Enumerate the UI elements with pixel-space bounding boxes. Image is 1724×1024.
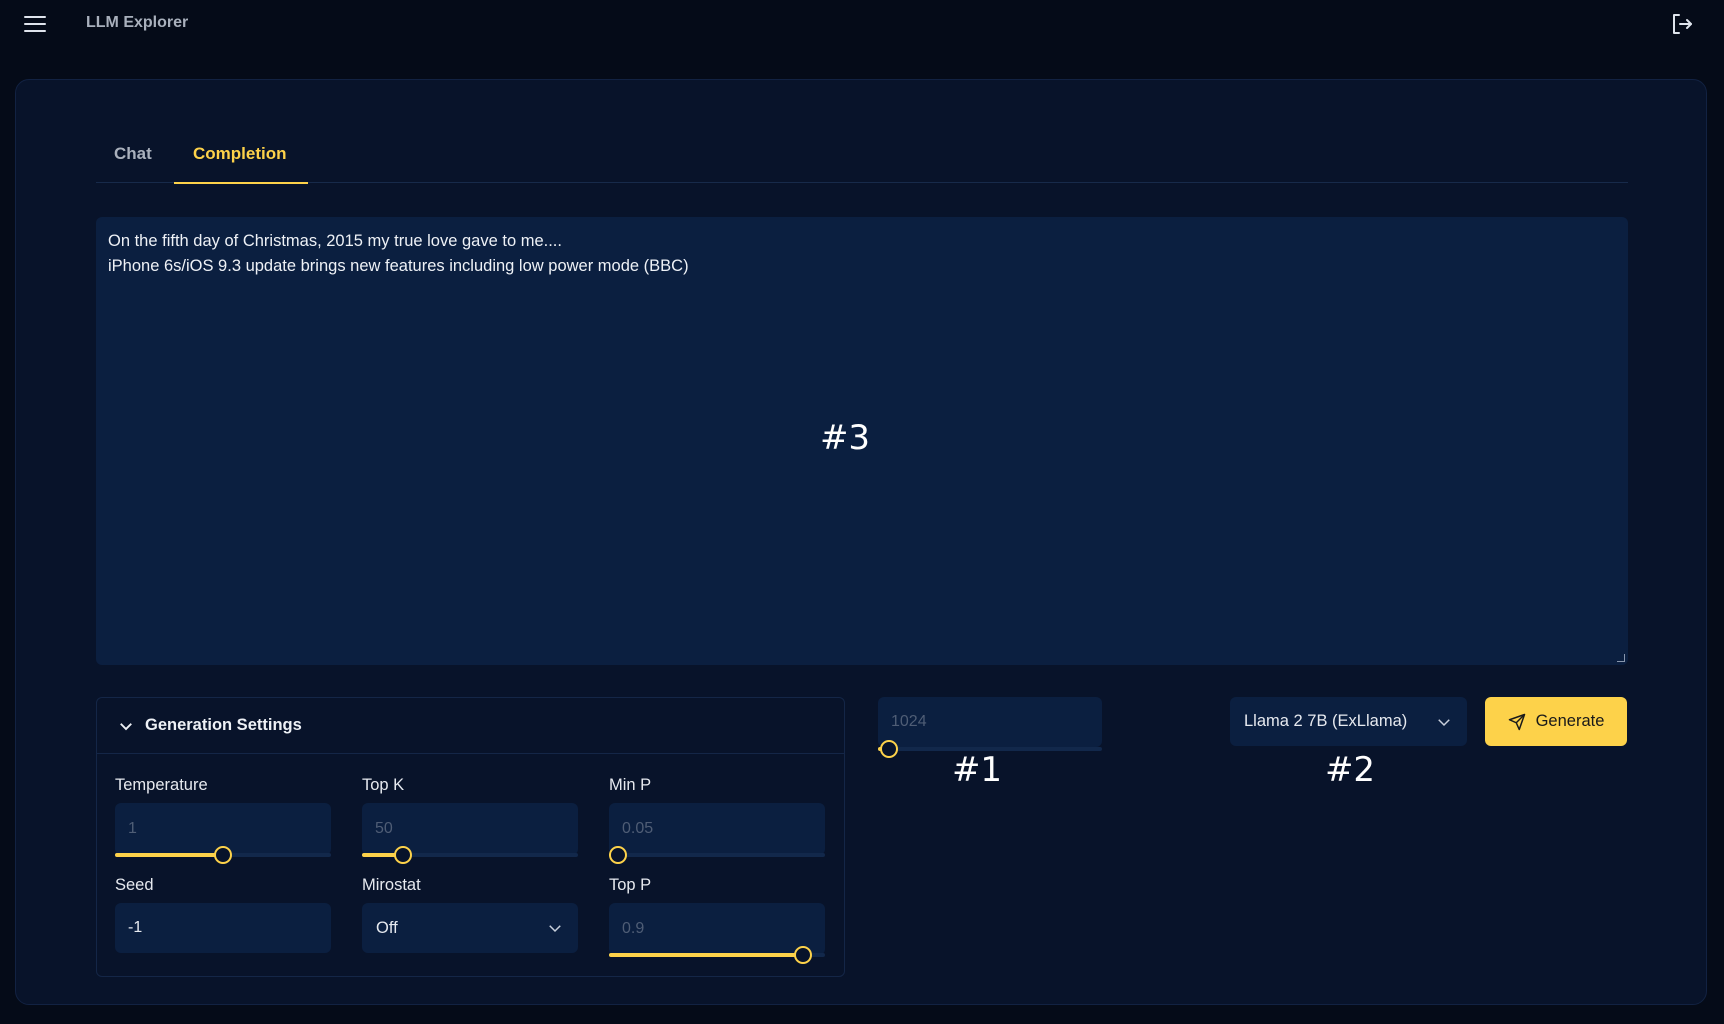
- app-title: LLM Explorer: [86, 14, 189, 31]
- top-k-label: Top K: [362, 776, 405, 794]
- slider-handle[interactable]: [214, 846, 232, 864]
- annotation-3: #3: [819, 418, 871, 458]
- max-tokens-input[interactable]: 1024: [878, 697, 1102, 747]
- top-k-input[interactable]: 50: [362, 803, 578, 855]
- generation-settings-header[interactable]: Generation Settings: [97, 698, 844, 754]
- top-p-label: Top P: [609, 876, 652, 894]
- prompt-text: On the fifth day of Christmas, 2015 my t…: [108, 232, 689, 275]
- tab-completion[interactable]: Completion: [193, 144, 287, 164]
- tab-chat[interactable]: Chat: [114, 144, 152, 164]
- slider-handle[interactable]: [394, 846, 413, 864]
- tabs-divider: [96, 182, 1628, 183]
- chevron-down-icon: [1438, 718, 1450, 726]
- top-p-slider[interactable]: [609, 946, 825, 964]
- resize-handle-icon[interactable]: [1617, 654, 1625, 662]
- generation-settings-title: Generation Settings: [145, 716, 302, 734]
- chevron-down-icon: [549, 925, 561, 933]
- temperature-slider[interactable]: [115, 846, 331, 864]
- top-p-input[interactable]: 0.9: [609, 903, 825, 955]
- generate-label: Generate: [1535, 712, 1605, 730]
- hamburger-menu-icon[interactable]: [24, 16, 46, 32]
- send-icon: [1508, 713, 1525, 730]
- top-k-slider[interactable]: [362, 846, 578, 864]
- logout-icon[interactable]: [1670, 12, 1694, 36]
- mirostat-label: Mirostat: [362, 876, 421, 894]
- min-p-label: Min P: [609, 776, 652, 794]
- min-p-slider[interactable]: [608, 846, 825, 864]
- active-tab-indicator: [174, 182, 308, 184]
- mirostat-select[interactable]: Off: [362, 903, 578, 953]
- generate-button[interactable]: Generate: [1485, 697, 1627, 746]
- temperature-label: Temperature: [115, 776, 208, 794]
- slider-handle[interactable]: [608, 846, 627, 864]
- seed-label: Seed: [115, 876, 154, 894]
- chevron-down-icon: [120, 722, 132, 730]
- annotation-1: #1: [951, 750, 1003, 790]
- annotation-2: #2: [1324, 750, 1376, 790]
- seed-input[interactable]: -1: [115, 903, 331, 953]
- min-p-input[interactable]: 0.05: [609, 803, 825, 855]
- model-select[interactable]: Llama 2 7B (ExLlama): [1230, 697, 1467, 746]
